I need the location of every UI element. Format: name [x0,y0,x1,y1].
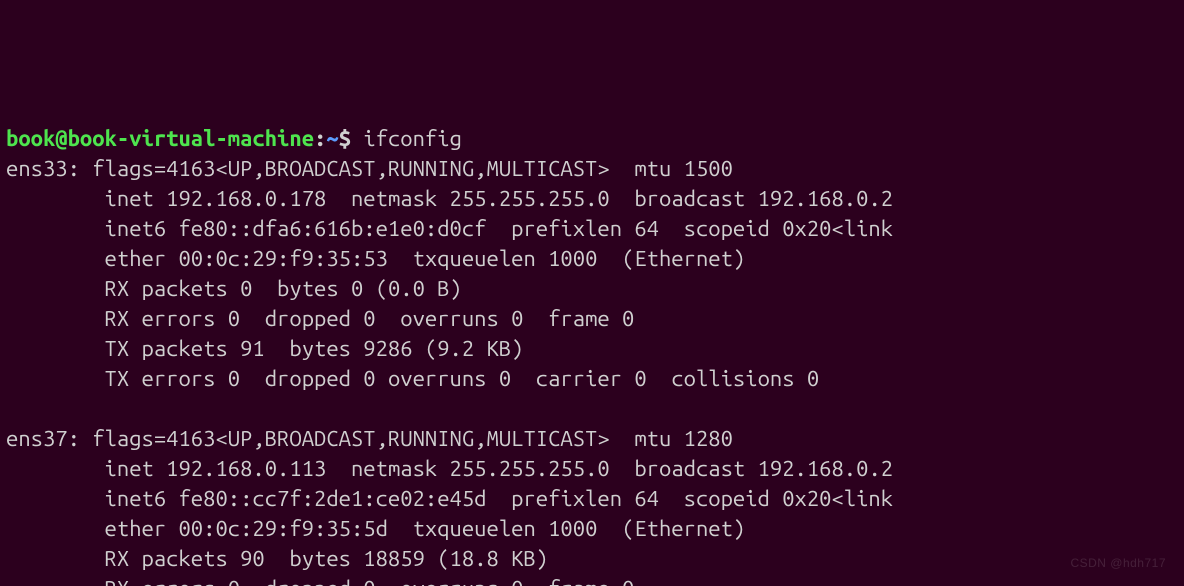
iface-txq-0: 1000 [548,246,597,271]
iface-name-0: ens33 [6,156,68,181]
iface-flags-num-1: 4163 [166,426,215,451]
iface-scopeid-0: 0x20<link [782,216,893,241]
iface-txbh-0: (9.2 KB) [425,336,524,361]
iface-mtu-1: 1280 [684,426,733,451]
iface-txd-0: 0 [363,366,375,391]
iface-prefixlen-0: 64 [634,216,659,241]
iface-rxo-0: 0 [511,306,523,331]
terminal[interactable]: book@book-virtual-machine:~$ ifconfig en… [6,124,1178,586]
iface-rxe-0: 0 [228,306,240,331]
iface-rxbh-1: (18.8 KB) [437,546,548,571]
iface-txcol-0: 0 [807,366,819,391]
iface-flags-0: <UP,BROADCAST,RUNNING,MULTICAST> [215,156,609,181]
iface-rxbh-0: (0.0 B) [376,276,462,301]
prompt-at: @ [55,126,67,151]
prompt-host: book-virtual-machine [68,126,314,151]
iface-rxb-0: 0 [351,276,363,301]
iface-rxe-1: 0 [228,576,240,586]
iface-rxp-0: 0 [240,276,252,301]
iface-rxo-1: 0 [511,576,523,586]
iface-inet6-0: fe80::dfa6:616b:e1e0:d0cf [178,216,486,241]
iface-inet6-1: fe80::cc7f:2de1:ce02:e45d [178,486,486,511]
iface-netmask-1: 255.255.255.0 [450,456,610,481]
iface-rxb-1: 18859 [363,546,425,571]
iface-rxf-0: 0 [622,306,634,331]
iface-txq-1: 1000 [548,516,597,541]
iface-name-1: ens37 [6,426,68,451]
iface-broadcast-1: 192.168.0.2 [758,456,894,481]
prompt-user: book [6,126,55,151]
iface-rxp-1: 90 [240,546,265,571]
prompt-colon: : [314,126,326,151]
iface-txe-0: 0 [228,366,240,391]
iface-mtu-0: 1500 [684,156,733,181]
iface-inet-0: 192.168.0.178 [166,186,326,211]
watermark: CSDN @hdh717 [1070,548,1166,578]
iface-broadcast-0: 192.168.0.2 [758,186,894,211]
iface-flags-1: <UP,BROADCAST,RUNNING,MULTICAST> [215,426,609,451]
prompt-dollar: $ [339,126,351,151]
prompt-path: ~ [326,126,338,151]
iface-txo-0: 0 [499,366,511,391]
iface-txc-0: 0 [634,366,646,391]
iface-txp-0: 91 [240,336,265,361]
iface-linktype-0: (Ethernet) [622,246,745,271]
iface-scopeid-1: 0x20<link [782,486,893,511]
command-input[interactable]: ifconfig [363,126,462,151]
iface-flags-num-0: 4163 [166,156,215,181]
iface-prefixlen-1: 64 [634,486,659,511]
iface-rxf-1: 0 [622,576,634,586]
iface-ether-0: 00:0c:29:f9:35:53 [178,246,387,271]
iface-inet-1: 192.168.0.113 [166,456,326,481]
iface-rxd-1: 0 [363,576,375,586]
iface-ether-1: 00:0c:29:f9:35:5d [178,516,387,541]
iface-txb-0: 9286 [363,336,412,361]
iface-netmask-0: 255.255.255.0 [450,186,610,211]
iface-rxd-0: 0 [363,306,375,331]
iface-linktype-1: (Ethernet) [622,516,745,541]
